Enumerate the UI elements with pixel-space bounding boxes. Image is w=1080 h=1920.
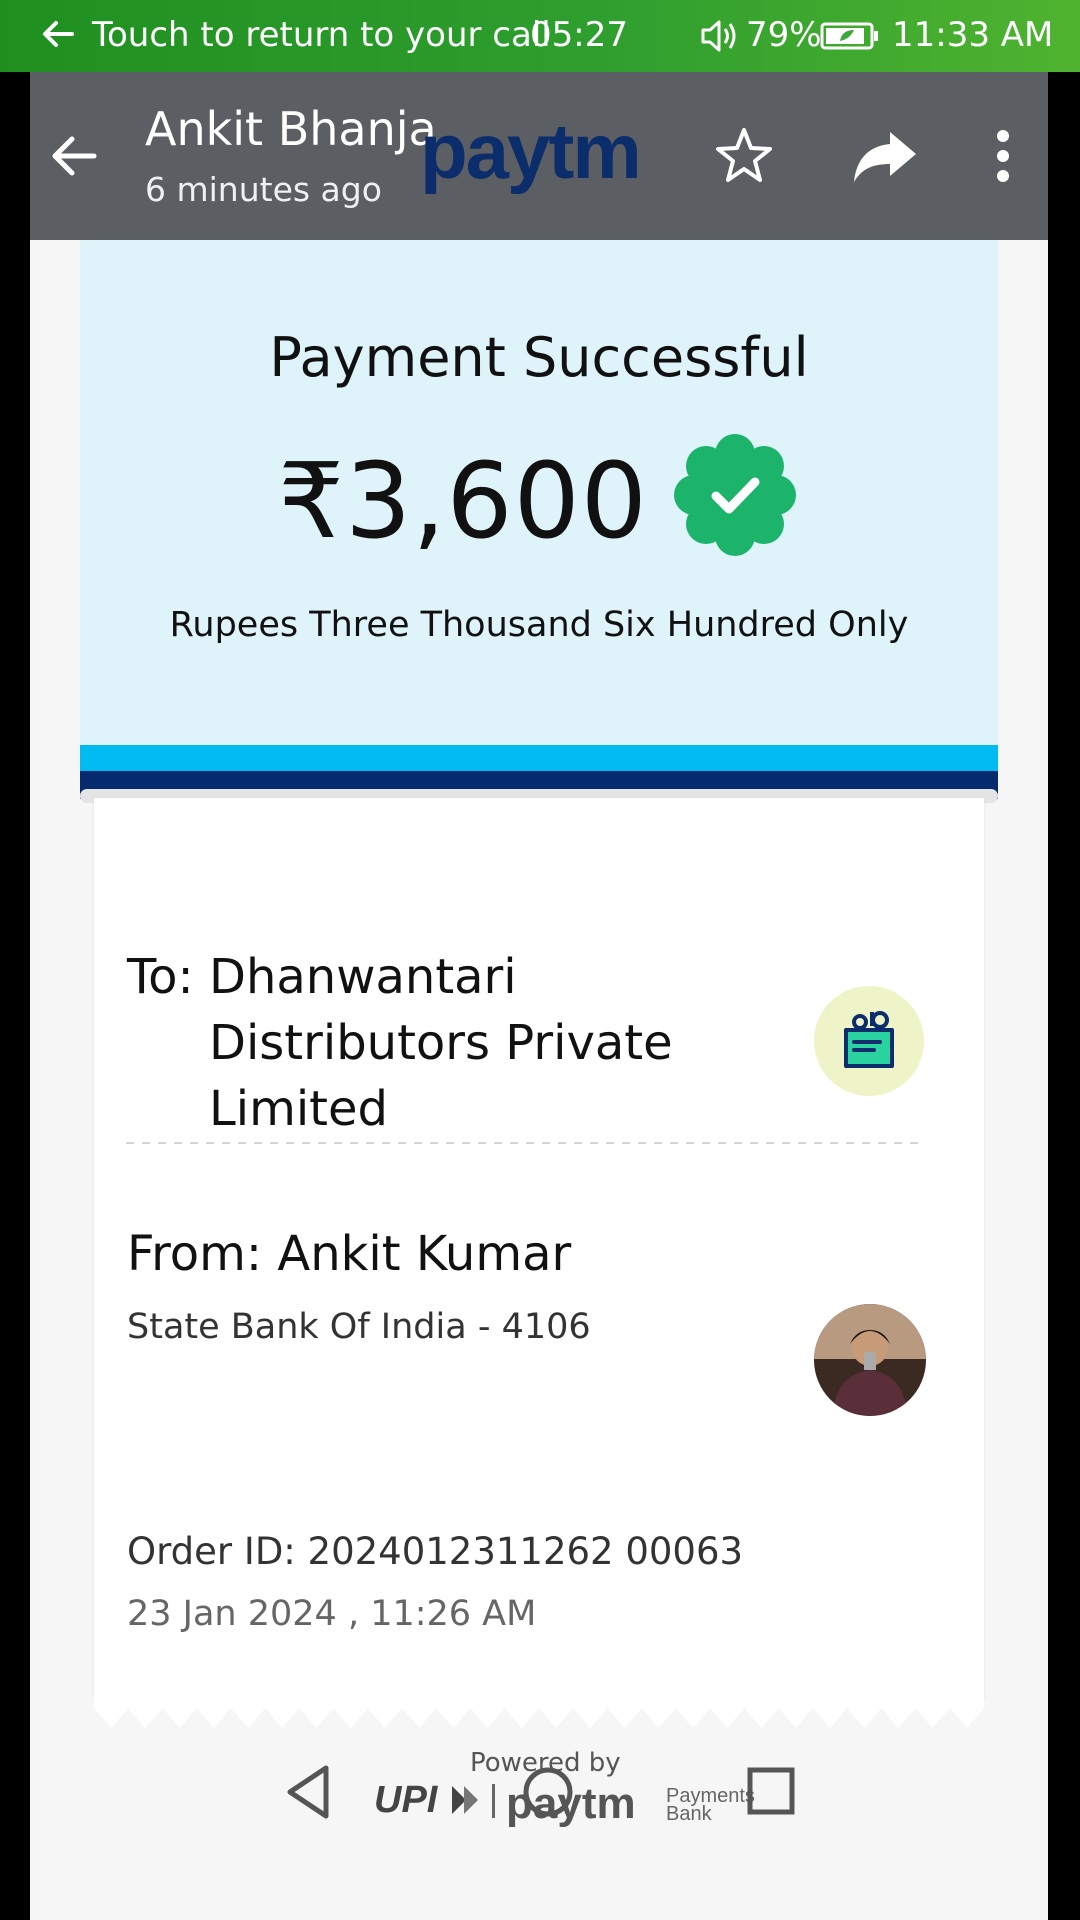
divider bbox=[126, 1142, 922, 1144]
status-bar[interactable]: Touch to return to your call 05:27 79% 1… bbox=[0, 0, 1080, 72]
speaker-icon bbox=[701, 20, 736, 52]
forward-share-icon[interactable] bbox=[850, 124, 920, 188]
payer-name: Ankit Kumar bbox=[277, 1226, 572, 1282]
transaction-datetime: 23 Jan 2024 , 11:26 AM bbox=[127, 1594, 537, 1634]
recipient-name: Dhanwantari Distributors Private Limited bbox=[209, 949, 673, 1137]
battery-percent: 79% bbox=[746, 15, 822, 55]
amount-in-words: Rupees Three Thousand Six Hundred Only bbox=[169, 605, 909, 645]
svg-text:UPI: UPI bbox=[374, 1779, 439, 1821]
payer-avatar bbox=[814, 1304, 926, 1416]
more-options-icon[interactable] bbox=[988, 124, 1018, 188]
sender-block: From: Ankit Kumar bbox=[127, 1226, 571, 1282]
viewer-toolbar: Ankit Bhanja 6 minutes ago paytm bbox=[30, 72, 1048, 240]
nav-recents-icon[interactable] bbox=[746, 1766, 796, 1816]
payment-success-card: Payment Successful ₹3,600 Rupees Three T… bbox=[80, 240, 998, 799]
nav-back-icon[interactable] bbox=[280, 1762, 340, 1822]
paytm-logo: paytm bbox=[420, 108, 642, 195]
payment-amount: ₹3,600 bbox=[278, 440, 648, 562]
brand-stripe-light bbox=[80, 745, 998, 771]
star-icon[interactable] bbox=[712, 124, 776, 188]
order-id: Order ID: 2024012311262 00063 bbox=[127, 1530, 743, 1573]
sender-name: Ankit Bhanja bbox=[145, 102, 437, 156]
call-timer: 05:27 bbox=[530, 15, 628, 55]
back-arrow-icon[interactable] bbox=[46, 128, 102, 184]
battery-charging-icon bbox=[820, 22, 878, 50]
order-id-value: 2024012311262 00063 bbox=[307, 1530, 744, 1573]
image-viewer: Payment Successful ₹3,600 Rupees Three T… bbox=[30, 72, 1048, 1920]
merchant-grocery-icon bbox=[814, 986, 924, 1096]
from-label: From: bbox=[127, 1226, 263, 1282]
svg-text:Bank: Bank bbox=[666, 1803, 713, 1825]
return-arrow-icon[interactable] bbox=[38, 14, 78, 54]
order-id-label: Order ID: bbox=[127, 1530, 296, 1573]
svg-text:paytm: paytm bbox=[420, 108, 640, 195]
payment-status-title: Payment Successful bbox=[269, 326, 809, 389]
to-label: To: bbox=[127, 949, 194, 1005]
return-to-call-text[interactable]: Touch to return to your call bbox=[92, 15, 551, 55]
bank-account: State Bank Of India - 4106 bbox=[127, 1307, 591, 1347]
message-time: 6 minutes ago bbox=[145, 170, 382, 209]
upi-logo: UPI bbox=[374, 1779, 495, 1821]
clock: 11:33 AM bbox=[892, 15, 1054, 55]
verified-check-icon bbox=[674, 434, 796, 556]
nav-home-icon[interactable] bbox=[518, 1762, 578, 1822]
